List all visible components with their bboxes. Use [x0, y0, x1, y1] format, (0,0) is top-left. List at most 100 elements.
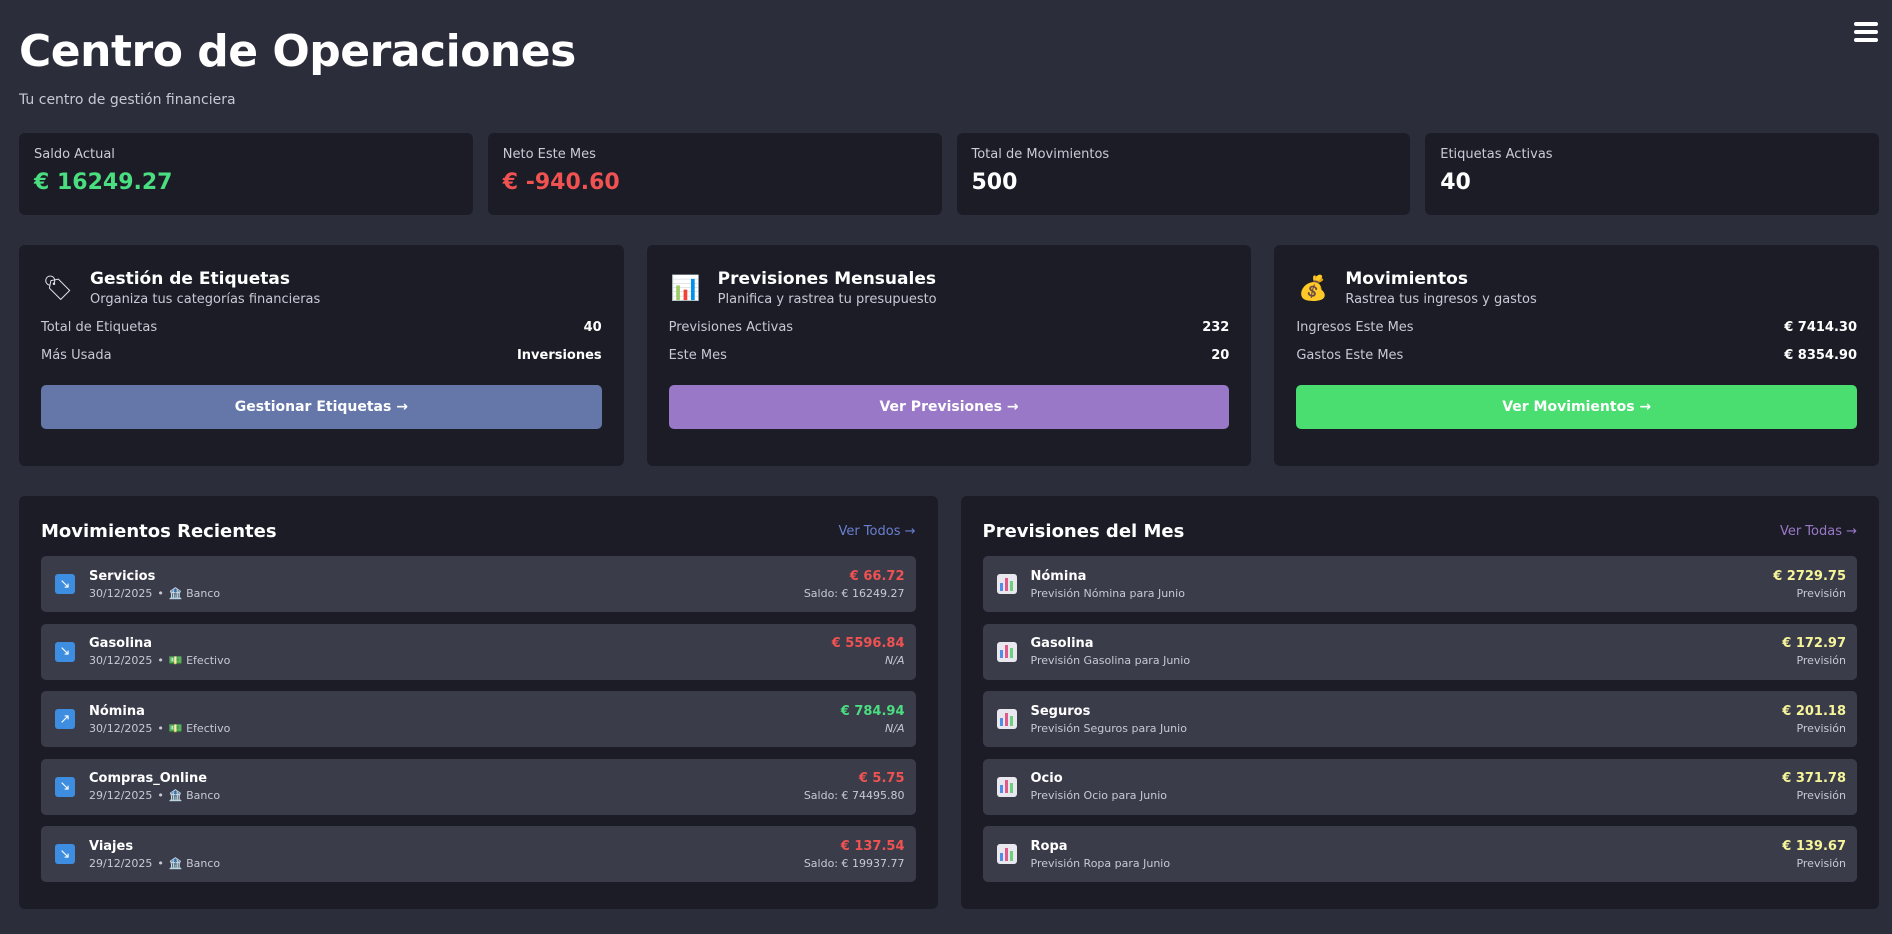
movement-date: 29/12/2025 [89, 789, 153, 802]
movement-values: € 137.54 Saldo: € 19937.77 [804, 839, 905, 870]
ver-todas-link[interactable]: Ver Todas → [1780, 524, 1857, 539]
movement-info: Viajes 29/12/2025 • 🏦 Banco [89, 839, 804, 870]
bar-chart-icon [996, 709, 1017, 729]
movement-balance: Saldo: € 16249.27 [803, 586, 905, 600]
forecast-row[interactable]: Nómina Previsión Nómina para Junio € 2729.… [982, 556, 1857, 612]
separator-dot: • [157, 856, 164, 870]
card-etiquetas: 🏷 Gestión de Etiquetas Organiza tus cate… [19, 245, 624, 466]
ver-previsiones-button[interactable]: Ver Previsiones → [668, 385, 1230, 429]
forecast-info: Ropa Previsión Ropa para Junio [1031, 839, 1783, 870]
movement-row[interactable]: ↘ Servicios 30/12/2025 • 🏦 Banco € 66.72 Saldo… [41, 556, 916, 612]
forecast-row[interactable]: Ropa Previsión Ropa para Junio € 139.67 Pre… [982, 826, 1857, 882]
movement-row[interactable]: ↘ Compras_Online 29/12/2025 • 🏦 Banco € 5.75 S… [41, 758, 916, 815]
forecast-name: Gasolina [1030, 636, 1094, 651]
row-label: Total de Etiquetas [41, 320, 158, 335]
forecast-description: Previsión Ocio para Junio [1030, 789, 1168, 802]
movement-amount: € 66.72 [849, 568, 905, 584]
card-row: Más Usada Inversiones [41, 348, 602, 363]
movement-date: 30/12/2025 [89, 654, 153, 667]
forecast-amount: € 371.78 [1782, 771, 1846, 786]
row-label: Ingresos Este Mes [1296, 320, 1414, 335]
movement-balance: N/A [885, 721, 905, 735]
forecast-name: Seguros [1030, 703, 1091, 719]
bottom-panels: Movimientos Recientes Ver Todos → ↘ Servi… [19, 496, 1879, 909]
stat-label: Neto Este Mes [502, 147, 596, 162]
forecast-row[interactable]: Ocio Previsión Ocio para Junio € 371.78 Pre… [982, 758, 1857, 815]
movement-date: 30/12/2025 [89, 721, 153, 735]
movement-row[interactable]: ↗ Nómina 30/12/2025 • 💵 Efectivo € 784.94 N/A [41, 691, 916, 747]
ver-todos-link[interactable]: Ver Todos → [838, 524, 915, 539]
movement-balance: Saldo: € 74495.80 [803, 789, 905, 802]
movement-meta: 29/12/2025 • 🏦 Banco [89, 789, 804, 802]
account-name: Banco [186, 586, 221, 600]
bar-chart-icon [996, 641, 1017, 662]
movement-info: Gasolina 30/12/2025 • 💵 Efectivo [89, 636, 832, 667]
forecast-label: Previsión [1796, 654, 1846, 667]
row-value: € 8354.90 [1784, 348, 1858, 363]
movement-values: € 5596.84 N/A [832, 636, 905, 667]
separator-dot: • [157, 586, 164, 600]
movement-meta: 29/12/2025 • 🏦 Banco [89, 857, 804, 870]
row-value: € 7414.30 [1784, 320, 1858, 335]
movement-name: Compras_Online [89, 771, 208, 786]
bank-icon: 🏦 [168, 789, 183, 802]
movement-date: 29/12/2025 [89, 856, 153, 870]
forecast-info: Ocio Previsión Ocio para Junio [1031, 771, 1783, 802]
forecast-amount: € 172.97 [1782, 636, 1846, 651]
stats-row: Saldo Actual € 16249.27 Neto Este Mes € … [19, 133, 1879, 215]
ver-movimientos-button[interactable]: Ver Movimientos → [1296, 385, 1858, 429]
movement-row[interactable]: ↘ Gasolina 30/12/2025 • 💵 Efectivo € 5596.84 N… [41, 623, 916, 680]
forecast-values: € 371.78 Previsión [1782, 771, 1846, 802]
forecast-label: Previsión [1796, 586, 1846, 600]
page-title: Centro de Operaciones [19, 26, 576, 77]
bank-icon: 🏦 [168, 856, 183, 870]
forecast-row[interactable]: Seguros Previsión Seguros para Junio € 201… [982, 691, 1857, 747]
forecast-description: Previsión Ropa para Junio [1030, 856, 1171, 870]
row-label: Más Usada [41, 348, 112, 363]
movement-info: Nómina 30/12/2025 • 💵 Efectivo [89, 704, 841, 735]
forecast-label: Previsión [1796, 721, 1846, 735]
bank-icon: 🏦 [168, 586, 183, 600]
separator-dot: • [157, 721, 164, 735]
movement-balance: Saldo: € 19937.77 [803, 856, 905, 870]
bar-chart-icon [996, 844, 1017, 864]
arrow-up-right-icon: ↗ [55, 709, 75, 729]
movement-meta: 30/12/2025 • 💵 Efectivo [89, 722, 841, 735]
forecast-label: Previsión [1796, 856, 1846, 870]
card-movimientos: 💰 Movimientos Rastrea tus ingresos y gas… [1274, 245, 1880, 466]
movement-date: 30/12/2025 [89, 586, 153, 600]
separator-dot: • [157, 789, 164, 802]
arrow-down-right-icon: ↘ [55, 574, 75, 594]
movement-row[interactable]: ↘ Viajes 29/12/2025 • 🏦 Banco € 137.54 Saldo: … [41, 826, 916, 882]
hamburger-menu-icon[interactable] [1854, 22, 1878, 44]
stat-total-movimientos: Total de Movimientos 500 [956, 133, 1411, 215]
arrow-down-right-icon: ↘ [55, 641, 75, 662]
forecast-info: Nómina Previsión Nómina para Junio [1031, 569, 1774, 600]
row-label: Previsiones Activas [668, 320, 794, 335]
gestionar-etiquetas-button[interactable]: Gestionar Etiquetas → [41, 385, 602, 429]
stat-saldo-actual: Saldo Actual € 16249.27 [19, 133, 473, 215]
card-previsiones: 📊 Previsiones Mensuales Planifica y rast… [646, 245, 1252, 466]
forecast-description: Previsión Nómina para Junio [1030, 586, 1185, 600]
page-subtitle: Tu centro de gestión financiera [19, 92, 236, 108]
movement-meta: 30/12/2025 • 💵 Efectivo [89, 654, 832, 667]
card-row: Gastos Este Mes € 8354.90 [1296, 348, 1857, 363]
card-title: Gestión de Etiquetas [90, 269, 290, 289]
stat-neto-este-mes: Neto Este Mes € -940.60 [487, 133, 942, 215]
row-label: Gastos Este Mes [1296, 348, 1404, 363]
movement-info: Servicios 30/12/2025 • 🏦 Banco [89, 569, 804, 600]
forecast-label: Previsión [1796, 789, 1846, 802]
forecast-name: Nómina [1030, 568, 1087, 584]
row-value: 20 [1211, 348, 1230, 363]
forecasts-list: Nómina Previsión Nómina para Junio € 2729.… [982, 556, 1857, 882]
card-subtitle: Rastrea tus ingresos y gastos [1345, 292, 1537, 307]
forecast-name: Ocio [1030, 771, 1063, 786]
card-title: Movimientos [1345, 269, 1468, 289]
movement-amount: € 137.54 [840, 838, 905, 854]
forecast-row[interactable]: Gasolina Previsión Gasolina para Junio € 1… [982, 623, 1857, 680]
movement-amount: € 784.94 [840, 703, 905, 719]
forecast-amount: € 139.67 [1782, 838, 1846, 854]
feature-cards: 🏷 Gestión de Etiquetas Organiza tus cate… [19, 245, 1880, 466]
movement-values: € 784.94 N/A [841, 704, 905, 735]
movement-info: Compras_Online 29/12/2025 • 🏦 Banco [89, 771, 804, 802]
